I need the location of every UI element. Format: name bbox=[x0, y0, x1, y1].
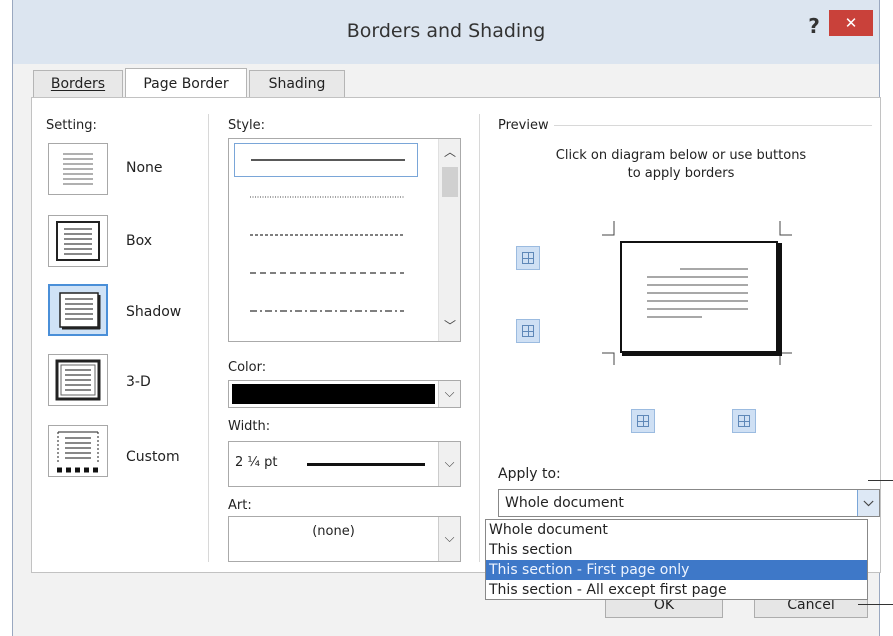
chevron-down-icon[interactable]: ⌵ bbox=[438, 517, 460, 561]
width-value: 2 ¼ pt bbox=[235, 455, 278, 470]
art-value: (none) bbox=[312, 524, 355, 539]
apply-to-dropdown[interactable]: Whole document ⌵ bbox=[498, 489, 880, 517]
dense-dashed-line-icon bbox=[250, 234, 404, 236]
dash-dot-line-icon bbox=[250, 310, 404, 312]
color-swatch bbox=[232, 384, 435, 404]
setting-box-icon[interactable] bbox=[48, 215, 108, 267]
dotted-line-icon bbox=[250, 196, 404, 198]
tab-page-border-label: Page Border bbox=[143, 76, 229, 92]
bottom-border-button[interactable] bbox=[516, 319, 540, 343]
setting-3d-graphic bbox=[55, 359, 101, 401]
preview-label: Preview bbox=[498, 118, 549, 133]
callout-line bbox=[868, 480, 893, 481]
color-label: Color: bbox=[228, 360, 267, 375]
separator bbox=[479, 114, 480, 562]
close-button[interactable]: ✕ bbox=[829, 10, 873, 36]
bottom-border-icon bbox=[522, 325, 534, 337]
apply-to-option-highlighted[interactable]: This section - First page only bbox=[486, 560, 867, 580]
setting-none-graphic bbox=[63, 153, 93, 185]
title-bar[interactable]: Borders and Shading ? ✕ bbox=[13, 0, 879, 64]
chevron-down-icon[interactable]: ⌵ bbox=[438, 442, 460, 486]
preview-instruction-line2: to apply borders bbox=[627, 166, 735, 181]
color-dropdown[interactable]: ⌵ bbox=[228, 380, 461, 408]
setting-none-label[interactable]: None bbox=[126, 160, 163, 176]
separator bbox=[208, 114, 209, 562]
setting-shadow-label[interactable]: Shadow bbox=[126, 304, 181, 320]
setting-box-label[interactable]: Box bbox=[126, 233, 152, 249]
apply-to-label: Apply to: bbox=[498, 466, 561, 482]
dialog-title: Borders and Shading bbox=[346, 20, 546, 42]
style-label: Style: bbox=[228, 118, 266, 133]
setting-3d-icon[interactable] bbox=[48, 354, 108, 406]
top-border-icon bbox=[522, 252, 534, 264]
width-line-sample bbox=[307, 463, 425, 466]
right-border-icon bbox=[738, 415, 750, 427]
callout-line bbox=[858, 604, 893, 605]
style-option-dashed[interactable] bbox=[234, 257, 418, 291]
preview-instruction-line1: Click on diagram below or use buttons bbox=[555, 148, 807, 163]
setting-label: Setting: bbox=[46, 118, 97, 133]
setting-none-icon[interactable] bbox=[48, 143, 108, 195]
setting-box-graphic bbox=[56, 221, 100, 261]
tab-shading[interactable]: Shading bbox=[249, 70, 345, 98]
scroll-up-icon[interactable]: ︿ bbox=[439, 143, 460, 160]
apply-to-dropdown-list[interactable]: Whole document This section This section… bbox=[485, 519, 868, 600]
dashed-line-icon bbox=[250, 272, 404, 274]
style-option-dash-dot[interactable] bbox=[234, 295, 418, 329]
scroll-thumb[interactable] bbox=[442, 167, 458, 197]
width-label: Width: bbox=[228, 419, 271, 434]
apply-to-option[interactable]: This section bbox=[486, 540, 867, 560]
left-border-button[interactable] bbox=[631, 409, 655, 433]
tab-borders-label: Borders bbox=[50, 76, 106, 92]
tab-borders[interactable]: Borders bbox=[33, 70, 123, 98]
preview-divider bbox=[554, 125, 872, 126]
style-option-solid[interactable] bbox=[234, 143, 418, 177]
setting-shadow-icon[interactable] bbox=[48, 284, 108, 336]
style-list-scrollbar[interactable]: ︿ ﹀ bbox=[438, 139, 460, 341]
art-dropdown[interactable]: (none) ⌵ bbox=[228, 516, 461, 562]
setting-custom-label[interactable]: Custom bbox=[126, 449, 180, 465]
setting-shadow-graphic bbox=[59, 292, 101, 330]
style-list[interactable]: ︿ ﹀ bbox=[228, 138, 461, 342]
scroll-down-icon[interactable]: ﹀ bbox=[439, 317, 460, 334]
left-border-icon bbox=[637, 415, 649, 427]
apply-to-option[interactable]: This section - All except first page bbox=[486, 580, 867, 600]
setting-3d-label[interactable]: 3-D bbox=[126, 374, 151, 390]
preview-diagram[interactable] bbox=[592, 213, 812, 373]
borders-and-shading-dialog: Borders and Shading ? ✕ Borders Page Bor… bbox=[12, 0, 881, 636]
top-border-button[interactable] bbox=[516, 246, 540, 270]
right-border-button[interactable] bbox=[732, 409, 756, 433]
tab-page-border[interactable]: Page Border bbox=[125, 68, 247, 98]
page-border-panel: Setting: None Box Shadow 3-D Custom Styl… bbox=[31, 97, 881, 573]
setting-custom-icon[interactable] bbox=[48, 425, 108, 477]
width-dropdown[interactable]: 2 ¼ pt ⌵ bbox=[228, 441, 461, 487]
tab-shading-label: Shading bbox=[268, 76, 326, 92]
apply-to-value: Whole document bbox=[505, 495, 624, 511]
chevron-down-icon[interactable]: ⌵ bbox=[438, 381, 460, 407]
solid-line-icon bbox=[251, 159, 405, 161]
art-label: Art: bbox=[228, 498, 252, 513]
help-button[interactable]: ? bbox=[801, 14, 827, 40]
setting-custom-graphic bbox=[57, 431, 99, 473]
style-option-dense-dashed[interactable] bbox=[234, 219, 418, 253]
chevron-down-icon[interactable]: ⌵ bbox=[857, 490, 879, 516]
style-option-dotted[interactable] bbox=[234, 181, 418, 215]
apply-to-option[interactable]: Whole document bbox=[486, 520, 867, 540]
